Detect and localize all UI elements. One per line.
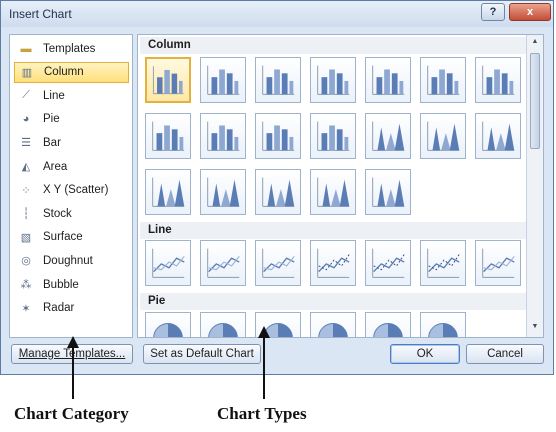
ok-button[interactable]: OK — [390, 344, 460, 364]
category-bubble[interactable]: ⁂ Bubble — [14, 274, 129, 295]
clustered-column-icon[interactable] — [145, 57, 191, 103]
3d-clustered-column-icon[interactable] — [310, 57, 356, 103]
category-surface[interactable]: ▧ Surface — [14, 227, 129, 248]
stacked-cylinder-icon[interactable] — [200, 113, 246, 159]
3d-cone-icon[interactable] — [145, 169, 191, 215]
category-label: Line — [43, 89, 65, 102]
scrollbar-thumb[interactable] — [530, 53, 540, 149]
insert-chart-dialog: Insert Chart ? x ▬ Templates ▥ Column ⟋ Line ◕… — [0, 0, 554, 375]
stacked-cone-icon[interactable] — [420, 113, 466, 159]
category-label: Radar — [43, 302, 75, 315]
bubble-chart-icon: ⁂ — [20, 279, 32, 291]
title-bar[interactable]: Insert Chart ? x — [1, 1, 553, 27]
clustered-cone-icon[interactable] — [365, 113, 411, 159]
category-label: X Y (Scatter) — [43, 184, 109, 197]
chart-types-caption: Chart Types — [217, 404, 307, 423]
clustered-pyramid-icon[interactable] — [200, 169, 246, 215]
100-stacked-line-with-markers-icon[interactable] — [420, 240, 466, 286]
category-label: Stock — [43, 207, 72, 220]
category-label: Surface — [43, 231, 83, 244]
gallery-scrollbar[interactable]: ▲ ▼ — [526, 35, 543, 337]
100-stacked-line-icon[interactable] — [255, 240, 301, 286]
category-line[interactable]: ⟋ Line — [14, 85, 129, 106]
set-default-chart-button[interactable]: Set as Default Chart — [143, 344, 261, 364]
category-label: Doughnut — [43, 254, 93, 267]
category-label: Templates — [43, 42, 96, 55]
bar-chart-icon: ☰ — [21, 137, 31, 150]
question-mark-icon: ? — [489, 6, 497, 18]
surface-chart-icon: ▧ — [20, 231, 32, 244]
stacked-line-with-markers-icon[interactable] — [365, 240, 411, 286]
exploded-pie-icon[interactable] — [310, 312, 356, 337]
close-button[interactable]: x — [509, 3, 551, 21]
category-bar[interactable]: ☰ Bar — [14, 132, 129, 153]
category-x-y-scatter[interactable]: ⁘ X Y (Scatter) — [14, 180, 129, 201]
scroll-down-icon[interactable]: ▼ — [530, 323, 540, 330]
category-label: Bar — [43, 136, 61, 149]
line-chart-icon: ⟋ — [22, 89, 30, 102]
chart-type-gallery[interactable]: ▲ ▼ Column Line Pie — [137, 34, 544, 338]
dialog-title: Insert Chart — [9, 7, 72, 21]
category-stock[interactable]: ┆ Stock — [14, 203, 129, 224]
area-chart-icon: ◭ — [21, 161, 31, 173]
category-templates[interactable]: ▬ Templates — [14, 38, 129, 59]
scroll-up-icon[interactable]: ▲ — [530, 38, 540, 45]
line-with-markers-icon[interactable] — [310, 240, 356, 286]
category-label: Pie — [43, 113, 60, 126]
bar-of-pie-icon[interactable] — [420, 312, 466, 337]
100-stacked-column-icon[interactable] — [255, 57, 301, 103]
3d-cylinder-icon[interactable] — [310, 113, 356, 159]
line-icon[interactable] — [145, 240, 191, 286]
3d-stacked-column-icon[interactable] — [365, 57, 411, 103]
doughnut-chart-icon: ◎ — [21, 255, 31, 268]
category-arrow-head — [67, 336, 79, 348]
help-button[interactable]: ? — [481, 3, 505, 21]
category-arrow-line — [72, 345, 74, 399]
types-arrow-head — [258, 326, 270, 338]
section-header-column: Column — [140, 37, 526, 54]
scatter-chart-icon: ⁘ — [21, 184, 31, 197]
3d-exploded-pie-icon[interactable] — [365, 312, 411, 337]
stacked-pyramid-icon[interactable] — [255, 169, 301, 215]
radar-chart-icon: ✶ — [21, 302, 31, 315]
category-area[interactable]: ◭ Area — [14, 156, 129, 177]
category-label: Column — [44, 66, 84, 79]
close-icon: x — [526, 6, 534, 18]
3d-pyramid-icon[interactable] — [365, 169, 411, 215]
section-header-pie: Pie — [140, 293, 526, 310]
stacked-line-icon[interactable] — [200, 240, 246, 286]
3d-line-icon[interactable] — [475, 240, 521, 286]
3d-pie-icon[interactable] — [200, 312, 246, 337]
chart-category-list[interactable]: ▬ Templates ▥ Column ⟋ Line ◕ Pie ☰ Bar ◭ Area ⁘ X Y … — [9, 34, 133, 338]
category-pie[interactable]: ◕ Pie — [14, 109, 129, 130]
category-radar[interactable]: ✶ Radar — [14, 298, 129, 319]
3d-100-stacked-column-icon[interactable] — [420, 57, 466, 103]
100-stacked-cone-icon[interactable] — [475, 113, 521, 159]
category-label: Bubble — [43, 278, 79, 291]
category-column[interactable]: ▥ Column — [14, 61, 129, 83]
pie-icon[interactable] — [145, 312, 191, 337]
100-stacked-cylinder-icon[interactable] — [255, 113, 301, 159]
cancel-button[interactable]: Cancel — [466, 344, 544, 364]
types-arrow-line — [263, 335, 265, 399]
stock-chart-icon: ┆ — [22, 208, 30, 221]
clustered-cylinder-icon[interactable] — [145, 113, 191, 159]
column-chart-icon: ▥ — [21, 66, 33, 79]
stacked-column-icon[interactable] — [200, 57, 246, 103]
chart-category-caption: Chart Category — [14, 404, 129, 423]
section-header-line: Line — [140, 222, 526, 239]
category-doughnut[interactable]: ◎ Doughnut — [14, 250, 129, 271]
folder-icon: ▬ — [20, 42, 32, 55]
100-stacked-pyramid-icon[interactable] — [310, 169, 356, 215]
category-label: Area — [43, 160, 68, 173]
3d-column-icon[interactable] — [475, 57, 521, 103]
pie-chart-icon: ◕ — [22, 113, 30, 126]
